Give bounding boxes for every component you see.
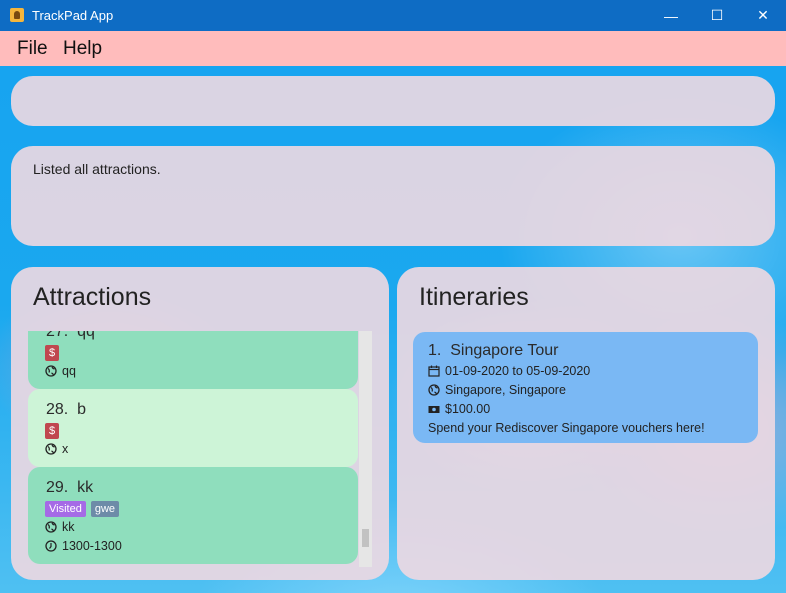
attraction-name: qq: [77, 331, 95, 340]
hours-text: 1300-1300: [62, 539, 122, 553]
location-text: kk: [62, 520, 75, 534]
result-display: Listed all attractions.: [11, 146, 775, 246]
money-icon: [428, 406, 440, 413]
itinerary-location: Singapore, Singapore: [428, 383, 566, 397]
attraction-index: 27.: [46, 331, 69, 340]
location-text: qq: [62, 364, 76, 378]
globe-icon: [45, 365, 57, 377]
tag-price: $: [45, 345, 60, 361]
attraction-card-29[interactable]: 29. kk Visited gwe kk 1300-1300: [28, 467, 358, 564]
globe-icon: [428, 384, 440, 396]
attractions-scrollbar[interactable]: [359, 331, 372, 567]
tag-price: $: [45, 423, 60, 439]
itineraries-title: Itineraries: [419, 283, 529, 311]
attraction-name: kk: [77, 479, 94, 496]
clock-icon: [45, 540, 57, 552]
attraction-tags: $: [45, 345, 64, 361]
menu-help[interactable]: Help: [63, 38, 102, 60]
attraction-card-28[interactable]: 28. b $ x: [28, 389, 358, 467]
itineraries-panel: Itineraries 1. Singapore Tour 01-09-2020…: [397, 267, 775, 580]
itinerary-dates: 01-09-2020 to 05-09-2020: [428, 364, 590, 378]
location-text: Singapore, Singapore: [445, 383, 566, 397]
attraction-index: 29.: [46, 479, 69, 496]
attraction-location: qq: [45, 364, 76, 378]
maximize-button[interactable]: ☐: [694, 0, 740, 31]
globe-icon: [45, 443, 57, 455]
tag-gwe: gwe: [90, 501, 120, 517]
attraction-name: b: [77, 401, 87, 418]
budget-text: $100.00: [445, 402, 491, 416]
itinerary-budget: $100.00: [428, 402, 490, 416]
dates-text: 01-09-2020 to 05-09-2020: [445, 364, 591, 378]
attraction-hours: 1300-1300: [45, 539, 122, 553]
description-text: Spend your Rediscover Singapore vouchers…: [428, 421, 705, 435]
window-title: TrackPad App: [32, 8, 114, 23]
menu-bar: File Help: [0, 31, 786, 66]
title-bar: TrackPad App — ☐ ✕: [0, 0, 786, 31]
result-text: Listed all attractions.: [33, 161, 161, 177]
attractions-panel: Attractions 27. qq $ qq 28. b $ x 29. kk…: [11, 267, 389, 580]
minimize-button[interactable]: —: [648, 0, 694, 31]
itinerary-description: Spend your Rediscover Singapore vouchers…: [428, 421, 705, 435]
attraction-tags: $: [45, 423, 64, 439]
close-button[interactable]: ✕: [740, 0, 786, 31]
attractions-title: Attractions: [33, 283, 152, 311]
tag-visited: Visited: [45, 501, 86, 517]
location-text: x: [62, 442, 69, 456]
menu-file[interactable]: File: [17, 38, 48, 60]
app-icon: [10, 8, 24, 22]
attraction-title: 28. b: [46, 401, 86, 419]
attraction-title: 27. qq: [46, 331, 95, 341]
calendar-icon: [428, 365, 440, 377]
itinerary-name: Singapore Tour: [450, 342, 559, 359]
command-box: [11, 76, 775, 126]
scrollbar-thumb[interactable]: [362, 529, 369, 548]
command-input[interactable]: [25, 86, 759, 118]
itinerary-card-1[interactable]: 1. Singapore Tour 01-09-2020 to 05-09-20…: [413, 332, 758, 443]
attractions-list[interactable]: 27. qq $ qq 28. b $ x 29. kk Visited gwe…: [28, 331, 358, 567]
attraction-tags: Visited gwe: [45, 501, 124, 517]
attraction-index: 28.: [46, 401, 69, 418]
attraction-card-27[interactable]: 27. qq $ qq: [28, 331, 358, 389]
attraction-location: kk: [45, 520, 75, 534]
attraction-title: 29. kk: [46, 479, 93, 497]
attraction-location: x: [45, 442, 68, 456]
globe-icon: [45, 521, 57, 533]
itinerary-title: 1. Singapore Tour: [428, 342, 558, 360]
itinerary-index: 1.: [428, 342, 442, 359]
